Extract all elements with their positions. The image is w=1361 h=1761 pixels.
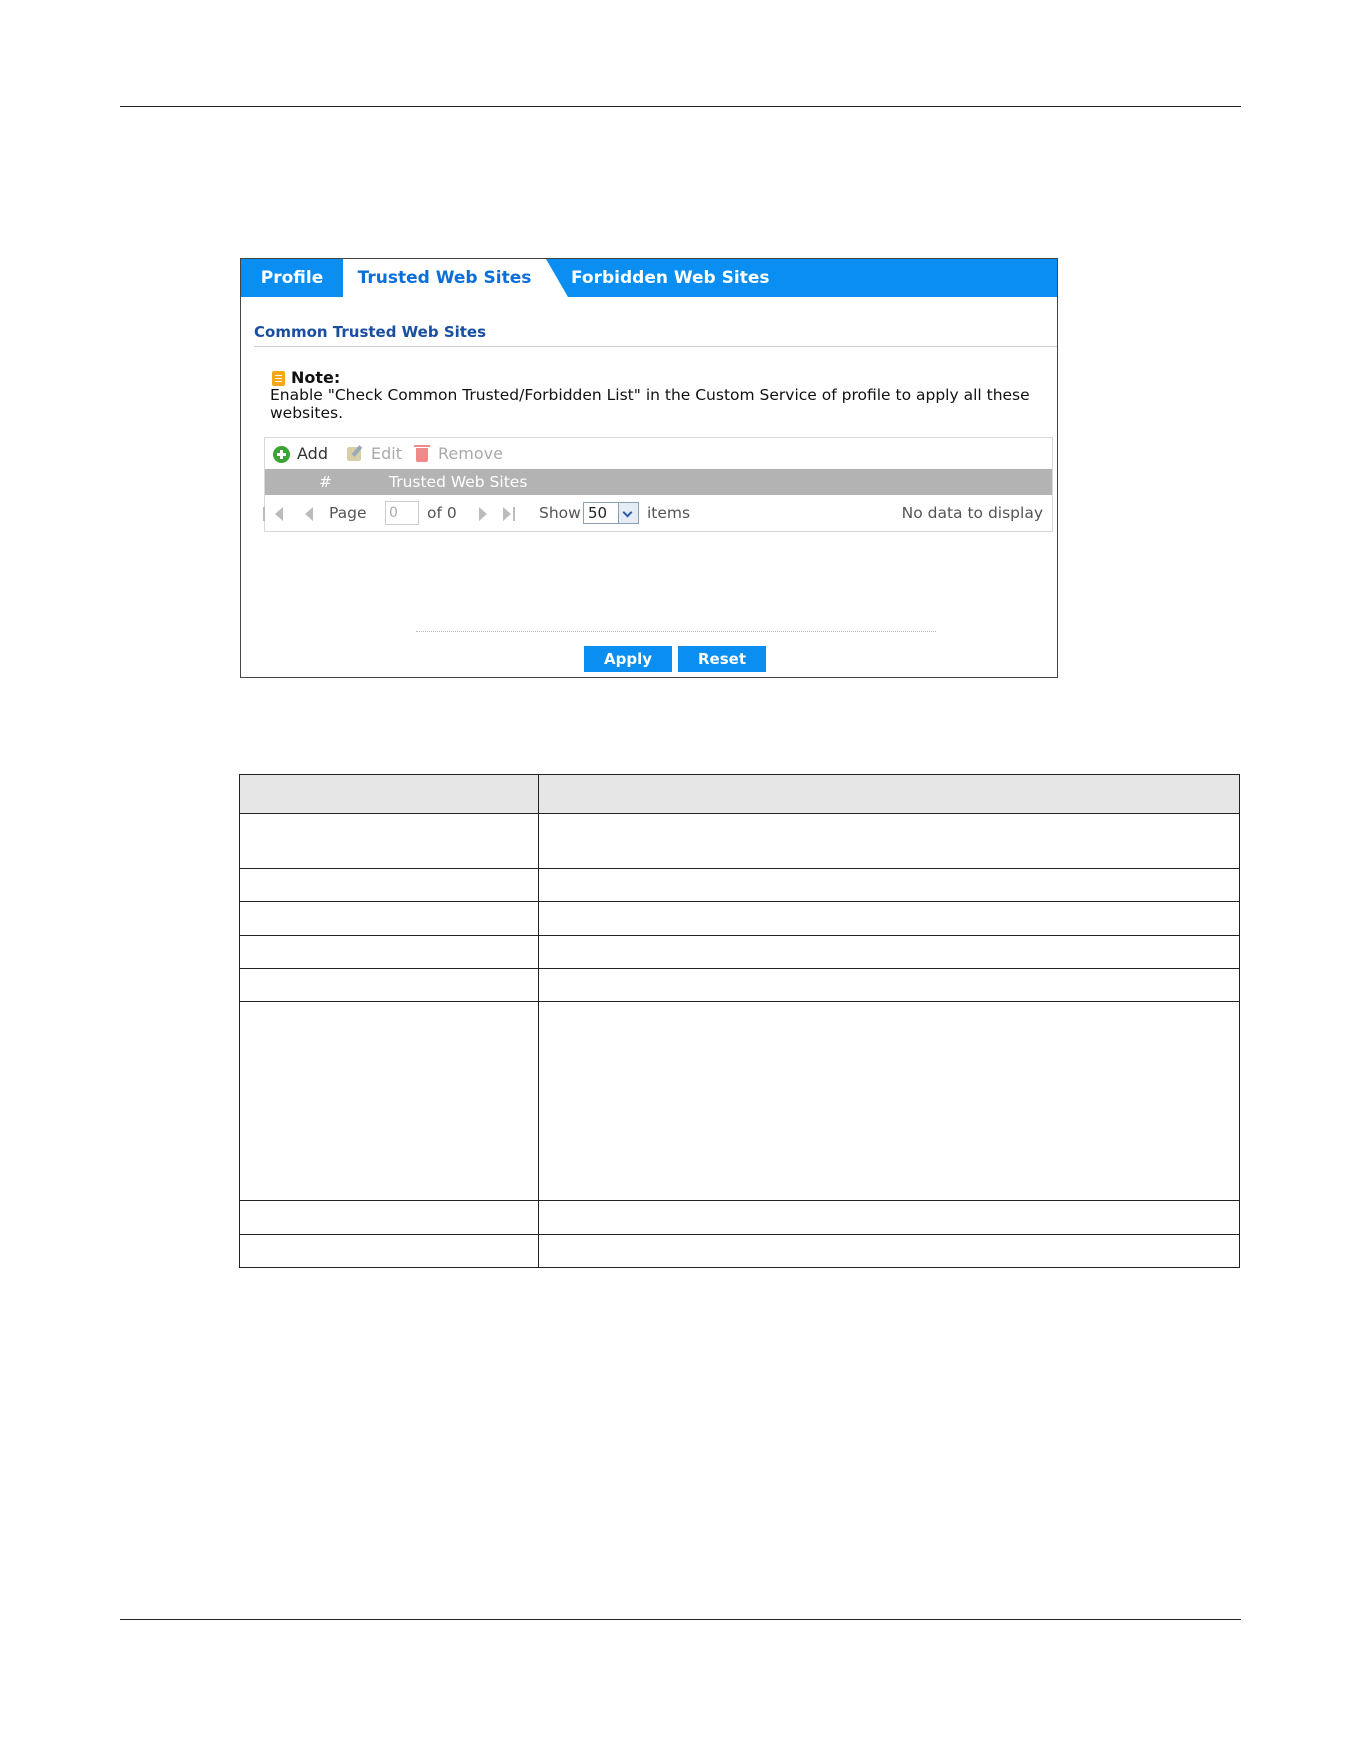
apply-button[interactable]: Apply [584,646,672,672]
table-row [239,968,1240,1002]
description-table [239,774,1240,1268]
note-icon [272,371,285,386]
add-icon [273,446,290,463]
table-cell [239,935,539,969]
table-cell [239,868,539,902]
table-cell [538,1234,1240,1268]
screenshot-frame: Profile Trusted Web Sites Forbidden Web … [240,258,1058,678]
items-label: items [647,504,691,522]
table-row [239,868,1240,902]
edit-icon [347,447,361,461]
section-divider [254,346,1057,347]
section-title: Common Trusted Web Sites [254,323,487,341]
table-cell [538,774,1240,814]
table-cell [538,1200,1240,1235]
page-label: Page [329,504,367,522]
pager: Page of 0 Show 50 items No data to displ… [263,495,1052,531]
first-page-icon[interactable] [263,507,283,521]
reset-button[interactable]: Reset [678,646,766,672]
table-cell [239,901,539,936]
footer-rule [120,1619,1241,1620]
column-header-number[interactable]: # [319,469,332,495]
table-cell [538,935,1240,969]
table-cell [538,901,1240,936]
note-text: Enable "Check Common Trusted/Forbidden L… [270,386,1030,422]
tab-profile[interactable]: Profile [241,259,343,297]
note-label: Note: [291,368,341,387]
items-per-page-value: 50 [588,504,608,522]
next-page-icon[interactable] [479,507,487,521]
page-number-input[interactable] [385,501,419,525]
table-header-row [239,774,1240,814]
table-cell [239,1234,539,1268]
edit-label: Edit [371,444,402,463]
button-divider [416,631,936,632]
table-cell [538,813,1240,869]
items-per-page-select[interactable]: 50 [583,502,639,524]
tab-trusted-web-sites[interactable]: Trusted Web Sites [343,259,568,297]
previous-page-icon[interactable] [305,507,313,521]
tab-forbidden-web-sites[interactable]: Forbidden Web Sites [571,259,791,297]
table-cell [239,1200,539,1235]
trusted-sites-grid: Add Edit Remove # Trusted Web Sites Page… [263,437,1053,532]
table-row [239,1200,1240,1235]
table-cell [239,1001,539,1201]
table-cell [239,968,539,1002]
table-row [239,935,1240,969]
last-page-icon[interactable] [503,507,515,521]
column-header-trusted-web-sites[interactable]: Trusted Web Sites [389,469,527,495]
table-cell [538,968,1240,1002]
table-row [239,1234,1240,1268]
chevron-down-icon[interactable] [618,503,638,523]
page-count: of 0 [427,504,457,522]
table-row [239,901,1240,936]
grid-toolbar: Add Edit Remove [265,438,1052,469]
pager-status: No data to display [901,504,1043,522]
table-cell [239,813,539,869]
tab-bar: Profile Trusted Web Sites Forbidden Web … [241,259,1057,297]
trash-icon [414,445,430,462]
table-row [239,813,1240,869]
table-cell [538,1001,1240,1201]
show-label: Show [539,504,581,522]
add-label: Add [297,444,328,463]
table-cell [538,868,1240,902]
grid-header: # Trusted Web Sites [265,469,1052,495]
remove-label: Remove [438,444,503,463]
table-cell [239,774,539,814]
header-rule [120,106,1241,107]
table-row [239,1001,1240,1201]
